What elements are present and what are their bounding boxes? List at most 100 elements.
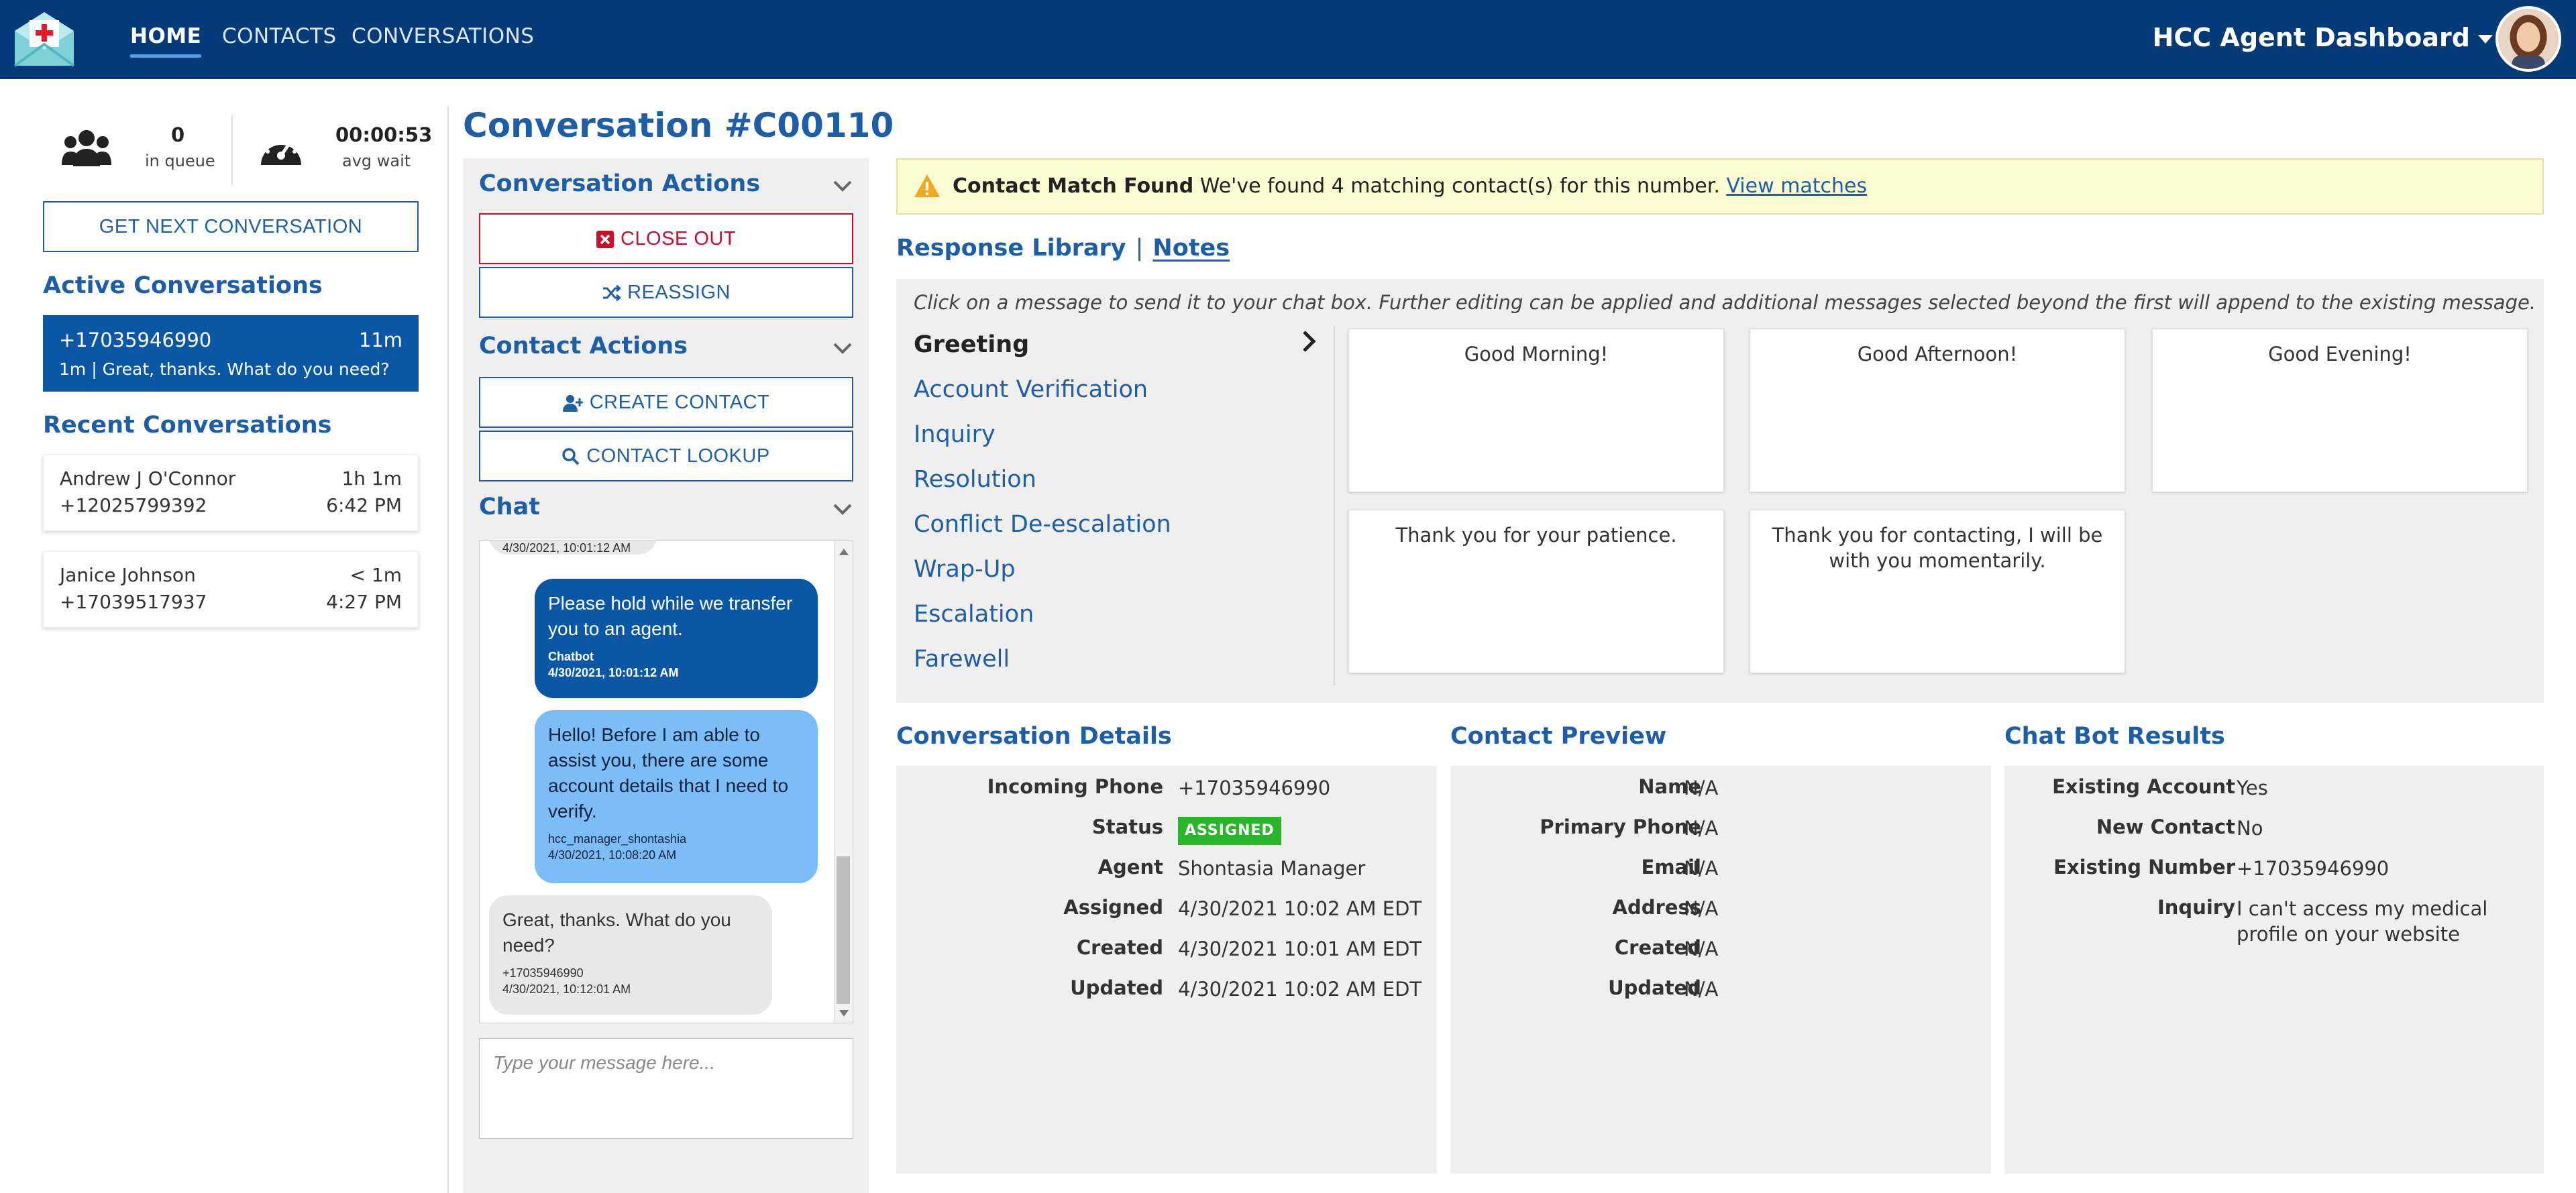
category-conflict-de-escalation[interactable]: Conflict De-escalation: [914, 511, 1171, 538]
get-next-conversation-button[interactable]: GET NEXT CONVERSATION: [43, 201, 419, 252]
chat-message-time: 4/30/2021, 10:01:12 AM: [548, 666, 679, 679]
create-contact-button[interactable]: CREATE CONTACT: [479, 377, 853, 428]
detail-value: +17035946990: [1178, 777, 1331, 799]
message-input[interactable]: Type your message here...: [479, 1038, 853, 1139]
chevron-down-icon[interactable]: [833, 338, 853, 358]
chat-messages[interactable]: 4/30/2021, 10:01:12 AM Please hold while…: [479, 541, 853, 1023]
bot-result-value: +17035946990: [2237, 857, 2390, 880]
preview-row: Address N/A: [1450, 896, 1991, 929]
category-farewell[interactable]: Farewell: [914, 646, 1010, 673]
chat-message-time: 4/30/2021, 10:08:20 AM: [548, 848, 677, 862]
detail-label: Created: [1076, 936, 1163, 959]
response-card[interactable]: Good Morning!: [1348, 329, 1724, 492]
response-card[interactable]: Good Evening!: [2152, 329, 2528, 492]
top-navbar: HOME CONTACTS CONVERSATIONS HCC Agent Da…: [0, 0, 2576, 79]
chat-scroll-thumb[interactable]: [837, 856, 850, 1004]
active-conversation-age: 11m: [358, 329, 402, 351]
queue-stat: 0 in queue: [62, 122, 236, 182]
left-panel-divider: [447, 106, 449, 1193]
contact-lookup-label: CONTACT LOOKUP: [586, 445, 770, 467]
queue-label: in queue: [145, 152, 215, 170]
preview-value: N/A: [1684, 978, 1719, 1001]
preview-row: Name N/A: [1450, 775, 1991, 809]
reassign-button[interactable]: REASSIGN: [479, 267, 853, 318]
recent-time: 6:42 PM: [326, 494, 402, 516]
detail-row: Incoming Phone +17035946990: [896, 775, 1437, 809]
view-matches-link[interactable]: View matches: [1726, 174, 1867, 198]
close-out-button[interactable]: CLOSE OUT: [479, 213, 853, 264]
detail-label: Agent: [1097, 856, 1163, 878]
preview-row: Email N/A: [1450, 856, 1991, 889]
user-avatar[interactable]: [2496, 6, 2561, 72]
queue-count: 0: [171, 123, 185, 146]
detail-row: Assigned 4/30/2021 10:02 AM EDT: [896, 896, 1437, 929]
bot-result-row: Inquiry I can't access my medical profile…: [2004, 896, 2544, 956]
chat-message-time: 4/30/2021, 10:12:01 AM: [502, 982, 631, 996]
active-conversations-heading: Active Conversations: [43, 272, 323, 299]
scroll-up-icon[interactable]: [839, 548, 849, 556]
conversation-actions-heading[interactable]: Conversation Actions: [479, 170, 760, 197]
nav-contacts[interactable]: CONTACTS: [222, 24, 337, 48]
response-library-hint: Click on a message to send it to your ch…: [914, 291, 2536, 314]
conversation-panel: Conversation Actions CLOSE OUT REASSIGN …: [463, 158, 869, 1193]
active-conversation-item[interactable]: +17035946990 11m 1m | Great, thanks. Wha…: [43, 315, 419, 392]
recent-conversation-item[interactable]: Janice Johnson < 1m +17039517937 4:27 PM: [43, 551, 419, 628]
category-inquiry[interactable]: Inquiry: [914, 421, 996, 448]
recent-conversations-heading: Recent Conversations: [43, 412, 332, 439]
chevron-down-icon[interactable]: [833, 499, 853, 519]
preview-row: Updated N/A: [1450, 976, 1991, 1010]
chevron-down-icon[interactable]: [833, 176, 853, 196]
response-card[interactable]: Good Afternoon!: [1750, 329, 2125, 492]
chat-message-time: 4/30/2021, 10:01:12 AM: [502, 541, 631, 555]
chat-message-text: Please hold while we transfer you to an …: [548, 593, 793, 639]
bot-result-value: No: [2237, 817, 2263, 840]
close-out-label: CLOSE OUT: [620, 228, 737, 249]
detail-label: Updated: [1070, 976, 1163, 999]
chat-bot-results-heading: Chat Bot Results: [2004, 723, 2225, 750]
recent-contact-name: Andrew J O'Connor: [60, 467, 236, 490]
caret-down-icon[interactable]: [2478, 35, 2493, 44]
dashboard-title[interactable]: HCC Agent Dashboard: [2153, 23, 2470, 52]
contact-lookup-button[interactable]: CONTACT LOOKUP: [479, 431, 853, 481]
chat-bot-results-panel: Existing Account Yes New Contact No Existi…: [2004, 766, 2544, 1174]
contact-match-alert: Contact Match Found We've found 4 matchi…: [896, 158, 2544, 215]
chat-heading[interactable]: Chat: [479, 494, 540, 520]
tab-notes[interactable]: Notes: [1152, 235, 1230, 262]
preview-value: N/A: [1684, 777, 1719, 799]
active-conversation-phone: +17035946990: [59, 329, 212, 351]
warning-icon: [914, 174, 940, 197]
nav-conversations[interactable]: CONVERSATIONS: [352, 24, 534, 48]
contact-actions-heading[interactable]: Contact Actions: [479, 333, 688, 359]
bot-result-row: Existing Number +17035946990: [2004, 856, 2544, 889]
category-resolution[interactable]: Resolution: [914, 466, 1036, 493]
response-card[interactable]: Thank you for your patience.: [1348, 510, 1724, 673]
status-badge: ASSIGNED: [1178, 817, 1281, 845]
detail-value: Shontasia Manager: [1178, 857, 1366, 880]
chat-message-user: Great, thanks. What do you need? +170359…: [489, 895, 772, 1015]
category-greeting[interactable]: Greeting: [914, 331, 1029, 358]
response-library-panel: Click on a message to send it to your ch…: [896, 279, 2544, 703]
chat-message-user: 4/30/2021, 10:01:12 AM: [489, 541, 657, 555]
medical-envelope-icon[interactable]: [12, 9, 76, 67]
recent-phone: +17039517937: [60, 591, 207, 613]
preview-row: Created N/A: [1450, 936, 1991, 970]
bot-result-value: I can't access my medical profile on you…: [2237, 897, 2488, 946]
category-escalation[interactable]: Escalation: [914, 601, 1034, 628]
recent-conversation-item[interactable]: Andrew J O'Connor 1h 1m +12025799392 6:4…: [43, 455, 419, 531]
category-wrap-up[interactable]: Wrap-Up: [914, 556, 1016, 583]
detail-value: 4/30/2021 10:01 AM EDT: [1178, 938, 1422, 960]
conversation-details-panel: Incoming Phone +17035946990 Status ASSIGNE…: [896, 766, 1437, 1174]
search-icon: [562, 448, 580, 465]
recent-age: 1h 1m: [341, 467, 402, 490]
nav-home[interactable]: HOME: [130, 24, 202, 58]
chevron-right-icon: [1303, 331, 1316, 352]
alert-title: Contact Match Found: [953, 174, 1194, 198]
response-card[interactable]: Thank you for contacting, I will be with…: [1750, 510, 2125, 673]
avg-wait-stat: 00:00:53 avg wait: [258, 122, 432, 182]
chat-scrollbar[interactable]: [834, 541, 853, 1023]
tab-response-library[interactable]: Response Library: [896, 235, 1126, 262]
reassign-label: REASSIGN: [627, 282, 731, 303]
category-account-verification[interactable]: Account Verification: [914, 376, 1148, 403]
avg-wait-value: 00:00:53: [335, 123, 433, 146]
scroll-down-icon[interactable]: [839, 1009, 849, 1017]
